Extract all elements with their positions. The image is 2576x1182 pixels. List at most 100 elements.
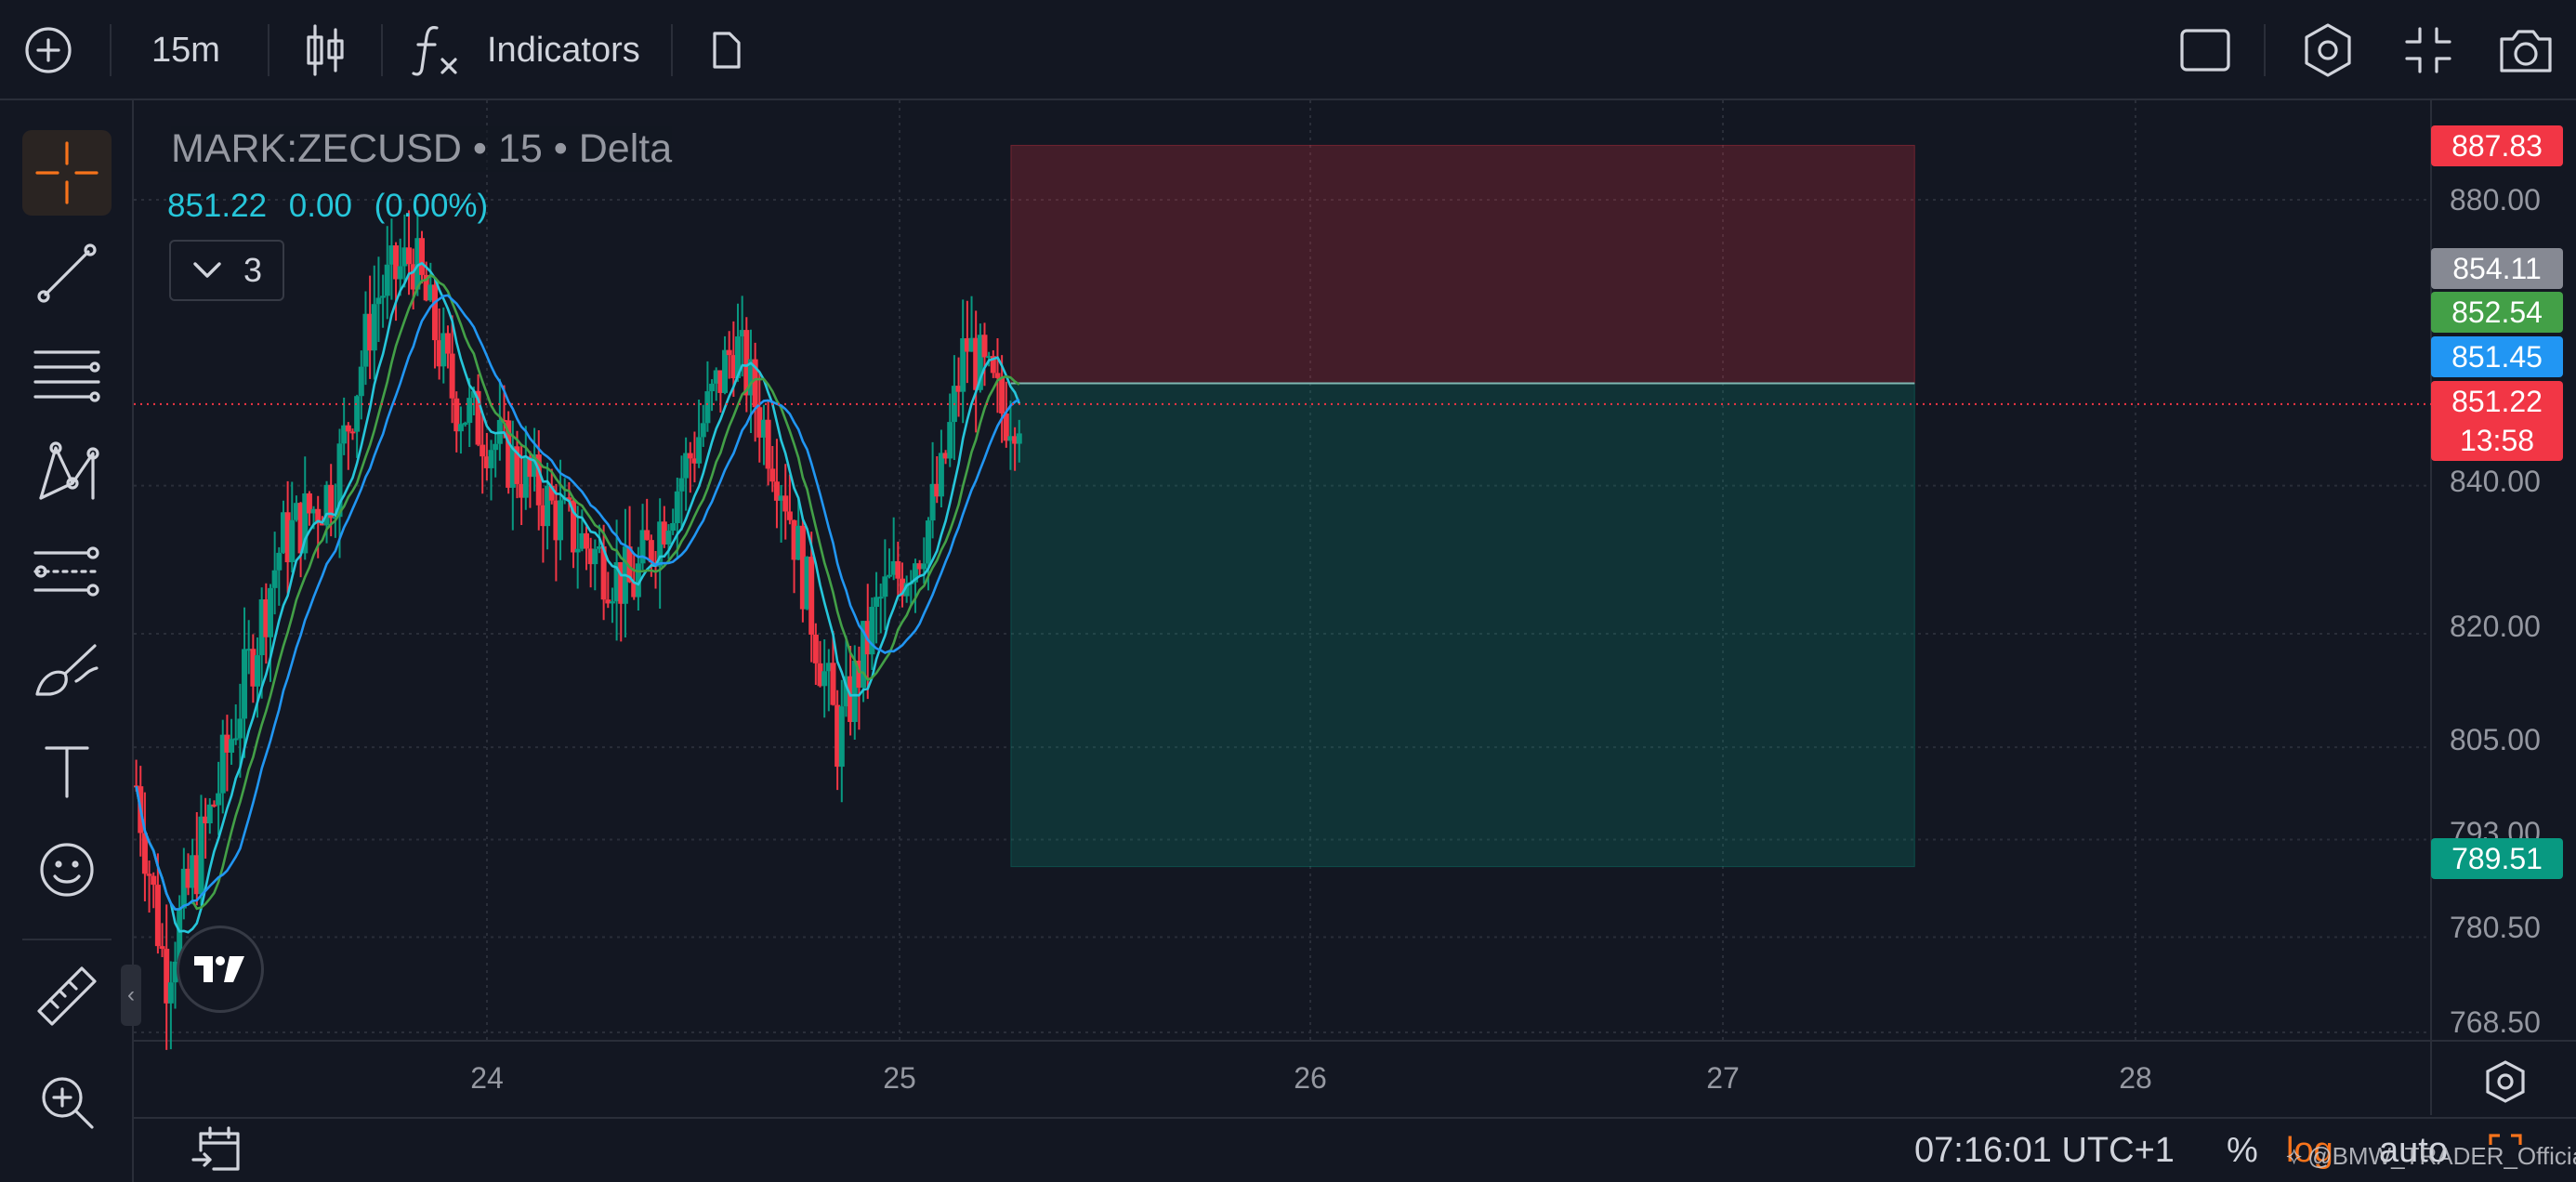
interval-button[interactable]: 15m [130,0,242,100]
settings-button[interactable] [2286,0,2370,100]
candle-body [583,532,589,549]
candle-body [709,383,716,392]
candle-body [609,601,615,604]
candle-body [726,349,732,356]
emoji-tool[interactable] [22,827,112,913]
candle-body [665,531,672,545]
candle-body [271,570,278,588]
candle-body [1016,433,1022,444]
candle-body [921,563,927,570]
candle-body [765,419,771,469]
position-stop-zone [1010,144,1915,384]
ma-price-label: 852.54 [2431,292,2563,333]
time-tick: 24 [470,1061,504,1095]
legend-values: 851.22 0.00 (0.00%) [167,188,501,225]
legend-change-pct: (0.00%) [374,188,489,224]
zoom-tool[interactable] [22,1059,112,1145]
candle-body [237,718,243,739]
fullscreen-button[interactable] [2386,0,2470,100]
time-tick: 27 [1706,1061,1740,1095]
candle-body [838,706,845,768]
price-tick: 840.00 [2450,465,2541,498]
candle-body [994,373,1001,378]
symbol-legend[interactable]: MARK:ZECUSD • 15 • Delta [171,126,673,172]
indicator-count: 3 [243,251,263,289]
pattern-tool[interactable] [22,429,112,515]
square-icon [2180,29,2230,72]
text-tool[interactable] [22,729,112,814]
zoom-in-icon [42,1077,94,1129]
forecast-tool[interactable] [22,530,112,615]
brush-tool[interactable] [22,630,112,716]
candle-body [895,560,901,579]
candle-body [380,296,387,298]
goto-date-button[interactable] [191,1119,243,1182]
calendar-goto-icon [191,1126,240,1171]
layout-button[interactable] [2165,0,2245,100]
interval-label: 15m [151,30,220,70]
candle-body [700,423,706,438]
candle-body [397,266,403,280]
candle-body [704,391,711,424]
candle-body [216,793,222,806]
candle-body [644,530,651,541]
document-icon [713,32,741,69]
chart-type-button[interactable] [288,0,362,100]
plus-circle-icon [25,27,72,73]
candle-body [782,495,789,512]
toolbar-divider [671,24,673,76]
toolbar-divider [22,939,112,940]
brush-icon [35,644,99,696]
text-icon [45,746,89,798]
candle-body [146,873,152,876]
legend-change: 0.00 [288,188,352,224]
candle-body [151,875,157,886]
price-tick: 880.00 [2450,183,2541,217]
candle-body [574,548,581,553]
candle-body [349,431,356,434]
measure-tool[interactable] [22,953,112,1039]
legend-dot: • [553,126,568,171]
watermark: ⟡ @BMW_TRADER_Official [2286,1136,2576,1176]
trend-line-tool[interactable] [22,230,112,316]
indicators-toggle[interactable]: 3 [169,240,284,301]
watermark-logo-icon: ⟡ [2286,1141,2303,1169]
stop-price-label: 887.83 [2431,125,2563,166]
add-symbol-button[interactable] [9,0,87,100]
candles-icon [307,24,344,76]
pattern-icon [39,441,99,500]
candle-body [198,816,204,895]
candle-body [722,349,729,393]
candle-body [786,511,793,520]
drawing-toolbar [0,100,134,1182]
candle-body [457,424,464,432]
candle-body [267,587,273,637]
candle-body [276,552,283,571]
axis-settings-button[interactable] [2481,1057,2530,1106]
percent-scale-button[interactable]: % [2227,1119,2258,1182]
candle-body [678,478,685,492]
candle-body [493,443,499,451]
target-price-label: 789.51 [2431,838,2563,879]
chevron-down-icon [193,262,221,278]
gear-hexagon-icon [2305,23,2351,77]
bottom-bar: 07:16:01 UTC+1 % log auto ⟡ @BMW_TRADER_… [134,1117,2576,1182]
candle-body [462,423,468,426]
crosshair-icon [35,141,99,204]
clock[interactable]: 07:16:01 UTC+1 [1914,1119,2175,1182]
candle-body [938,453,944,497]
trend-line-icon [37,243,97,303]
candle-body [925,520,931,564]
fib-tool[interactable] [22,331,112,416]
price-chart[interactable] [134,100,2576,1117]
candle-body [947,422,953,459]
templates-button[interactable] [691,0,760,100]
camera-icon [2500,30,2552,72]
legend-dot: • [472,126,487,171]
tradingview-logo[interactable] [177,926,264,1013]
crosshair-tool[interactable] [22,130,112,216]
ma-price-label: 851.45 [2431,336,2563,377]
screenshot-button[interactable] [2481,0,2570,100]
indicators-button[interactable]: Indicators [409,0,651,100]
ma-price-label: 854.11 [2431,248,2563,289]
